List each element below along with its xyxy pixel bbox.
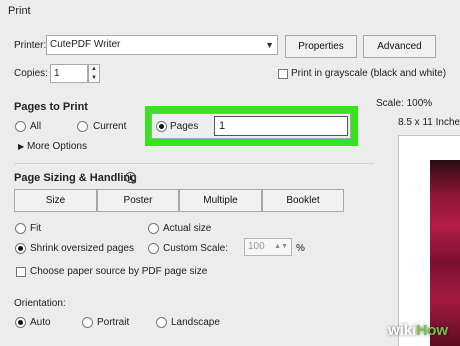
radio-current[interactable] [77,121,88,132]
chevron-updown-icon: ▲▼ [274,243,288,250]
more-options-toggle[interactable]: ▶ More Options [18,141,87,152]
radio-auto[interactable] [15,317,26,328]
page-sizing-heading: Page Sizing & Handling [14,172,137,184]
more-options-label: More Options [26,141,87,152]
radio-all-label: All [30,121,42,132]
properties-button[interactable]: Properties [285,35,357,58]
custom-scale-value: 100 [248,241,265,252]
grayscale-checkbox[interactable] [278,69,288,79]
radio-landscape[interactable] [156,317,167,328]
radio-current-label: Current [93,121,127,132]
printer-value: CutePDF Writer [50,39,121,50]
tab-booklet[interactable]: Booklet [262,189,344,212]
radio-custom-scale[interactable] [148,243,159,254]
pages-to-print-heading: Pages to Print [14,101,88,113]
radio-fit-label: Fit [30,223,42,234]
copies-label: Copies: [14,68,48,79]
radio-pages[interactable] [156,121,167,132]
radio-shrink-label: Shrink oversized pages [30,243,134,254]
radio-actual-size[interactable] [148,223,159,234]
advanced-button[interactable]: Advanced [363,35,436,58]
paper-source-label: Choose paper source by PDF page size [30,266,208,277]
tab-poster[interactable]: Poster [97,189,179,212]
radio-shrink[interactable] [15,243,26,254]
copies-stepper[interactable]: ▲ ▼ [88,64,100,83]
orientation-heading: Orientation: [14,298,66,309]
chevron-down-icon: ▼ [265,40,274,50]
radio-actual-size-label: Actual size [163,223,212,234]
radio-pages-label: Pages [170,121,199,132]
radio-portrait[interactable] [82,317,93,328]
radio-auto-label: Auto [30,317,51,328]
printer-select[interactable]: CutePDF Writer ▼ [46,35,278,55]
radio-all[interactable] [15,121,26,132]
divider [14,163,374,164]
radio-custom-scale-label: Custom Scale: [163,243,229,254]
tab-size[interactable]: Size [14,189,97,212]
chevron-down-icon[interactable]: ▼ [89,74,99,83]
radio-fit[interactable] [15,223,26,234]
chevron-up-icon[interactable]: ▲ [89,65,99,74]
pages-range-input[interactable]: 1 [214,116,348,136]
triangle-right-icon: ▶ [18,142,25,151]
tab-multiple[interactable]: Multiple [179,189,262,212]
printer-label: Printer: [14,40,47,51]
radio-portrait-label: Portrait [97,317,130,328]
info-icon[interactable]: i [125,172,136,183]
preview-image [430,160,460,346]
grayscale-label: Print in grayscale (black and white) [291,68,447,79]
radio-landscape-label: Landscape [171,317,220,328]
percent-label: % [296,243,305,254]
window-title: Print [8,5,31,17]
paper-size-label: 8.5 x 11 Inches [398,117,460,128]
wikihow-logo: wikiHow [388,322,449,339]
scale-label: Scale: 100% [376,98,433,109]
copies-input[interactable]: 1 [50,64,88,83]
custom-scale-input[interactable]: 100 ▲▼ [244,238,292,256]
paper-source-checkbox[interactable] [16,267,26,277]
